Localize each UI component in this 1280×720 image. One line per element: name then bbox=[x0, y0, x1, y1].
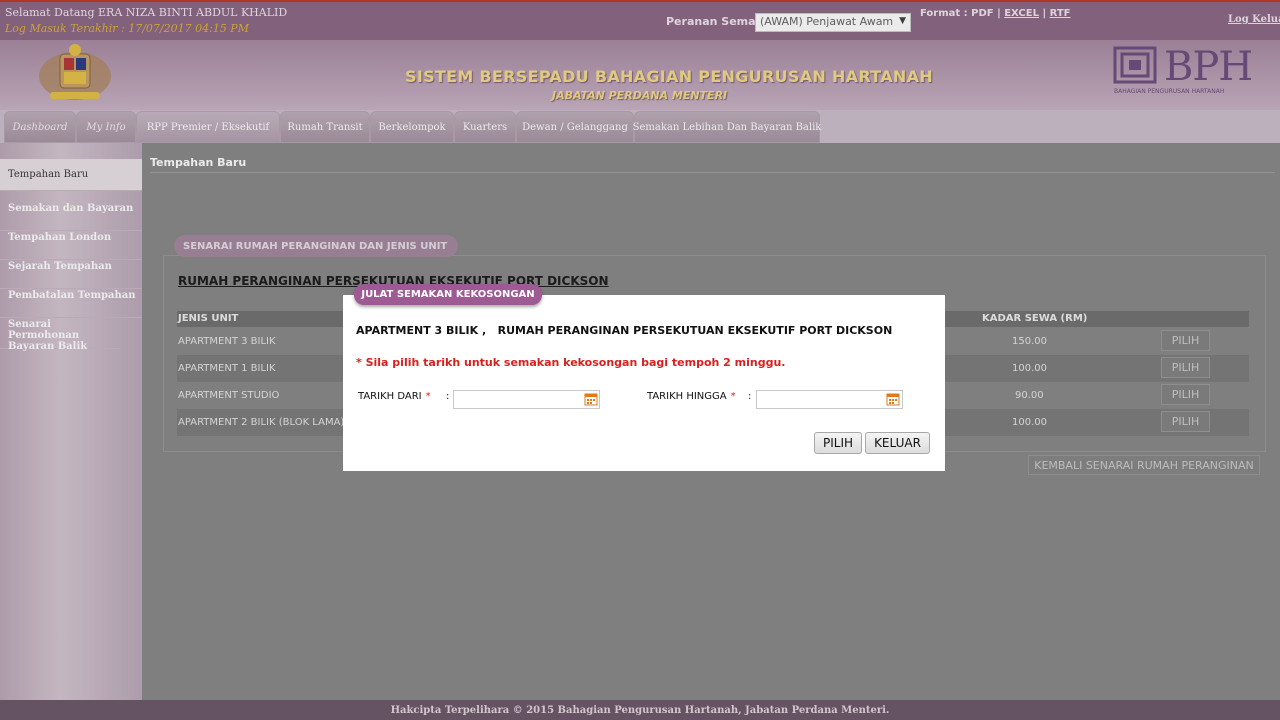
select-unit-button[interactable]: PILIH bbox=[1161, 357, 1210, 378]
sidebar-item-senarai-permohonan[interactable]: Senarai Permohonan Bayaran Balik bbox=[0, 319, 120, 352]
format-label: Format : PDF | bbox=[920, 8, 1001, 19]
sidebar-item-pembatalan-tempahan[interactable]: Pembatalan Tempahan bbox=[0, 290, 142, 318]
back-to-resort-list-button[interactable]: KEMBALI SENARAI RUMAH PERANGINAN bbox=[1028, 455, 1260, 475]
sidebar-item-sejarah-tempahan[interactable]: Sejarah Tempahan bbox=[0, 261, 142, 289]
chevron-down-icon: ▼ bbox=[899, 16, 906, 26]
required-mark: * bbox=[425, 391, 431, 402]
column-header-rate: KADAR SEWA (RM) bbox=[982, 313, 1088, 324]
date-from-colon: : bbox=[446, 391, 450, 402]
system-subtitle: JABATAN PERDANA MENTERI bbox=[552, 89, 728, 102]
dialog-instruction: * Sila pilih tarikh untuk semakan kekoso… bbox=[356, 356, 786, 369]
page-title-divider bbox=[150, 172, 1275, 173]
calendar-icon[interactable] bbox=[584, 392, 598, 406]
dialog-close-button[interactable]: KELUAR bbox=[865, 432, 930, 454]
sidebar-item-tempahan-baru[interactable]: Tempahan Baru bbox=[0, 159, 142, 191]
government-crest-icon bbox=[39, 44, 111, 100]
date-from-label-text: TARIKH DARI bbox=[358, 391, 422, 402]
tab-rumah-transit[interactable]: Rumah Transit bbox=[280, 111, 370, 143]
tab-berkelompok[interactable]: Berkelompok bbox=[370, 111, 454, 143]
date-to-input[interactable] bbox=[756, 390, 903, 409]
rate-cell: 100.00 bbox=[1012, 363, 1047, 374]
rate-cell: 100.00 bbox=[1012, 417, 1047, 428]
select-unit-button[interactable]: PILIH bbox=[1161, 384, 1210, 405]
role-select-value: (AWAM) Penjawat Awam bbox=[760, 15, 894, 28]
header: Selamat Datang ERA NIZA BINTI ABDUL KHAL… bbox=[0, 2, 1280, 110]
main-tab-bar: Dashboard My Info RPP Premier / Eksekuti… bbox=[0, 110, 1280, 143]
format-separator: | bbox=[1042, 8, 1047, 19]
unit-cell: APARTMENT 1 BILIK bbox=[178, 363, 276, 374]
logout-link[interactable]: Log Keluar bbox=[1228, 14, 1280, 25]
date-to-colon: : bbox=[748, 391, 752, 402]
welcome-text: Selamat Datang ERA NIZA BINTI ABDUL KHAL… bbox=[5, 6, 288, 19]
role-select[interactable]: (AWAM) Penjawat Awam ▼ bbox=[755, 13, 911, 32]
bph-logo-subtitle: BAHAGIAN PENGURUSAN HARTANAH bbox=[1114, 88, 1225, 95]
date-to-label-text: TARIKH HINGGA bbox=[647, 391, 727, 402]
date-from-input[interactable] bbox=[453, 390, 600, 409]
sidebar-item-semakan-dan-bayaran[interactable]: Semakan dan Bayaran bbox=[0, 203, 142, 231]
export-rtf-link[interactable]: RTF bbox=[1050, 8, 1071, 19]
tab-rpp-premier[interactable]: RPP Premier / Eksekutif bbox=[136, 111, 280, 143]
tab-semakan-lebihan[interactable]: Semakan Lebihan Dan Bayaran Balik bbox=[633, 111, 821, 143]
unit-cell: APARTMENT STUDIO bbox=[178, 390, 280, 401]
sidebar: Tempahan Baru Semakan dan Bayaran Tempah… bbox=[0, 143, 142, 700]
bph-logo-text: BPH bbox=[1164, 44, 1253, 90]
select-unit-button[interactable]: PILIH bbox=[1161, 330, 1210, 351]
tab-dewan-gelanggang[interactable]: Dewan / Gelanggang bbox=[516, 111, 634, 143]
date-to-label: TARIKH HINGGA * bbox=[647, 391, 736, 402]
unit-cell: APARTMENT 3 BILIK bbox=[178, 336, 276, 347]
dialog-unit-title: APARTMENT 3 BILIK , RUMAH PERANGINAN PER… bbox=[356, 324, 893, 337]
dialog-select-button[interactable]: PILIH bbox=[814, 432, 862, 454]
tab-kuarters[interactable]: Kuarters bbox=[454, 111, 516, 143]
column-header-unit: JENIS UNIT bbox=[178, 313, 239, 324]
export-excel-link[interactable]: EXCEL bbox=[1004, 8, 1039, 19]
required-mark: * bbox=[730, 391, 736, 402]
export-format-links: Format : PDF | EXCEL | RTF bbox=[920, 8, 1070, 19]
tab-dashboard[interactable]: Dashboard bbox=[4, 111, 76, 143]
sidebar-item-tempahan-london[interactable]: Tempahan London bbox=[0, 232, 142, 260]
rate-cell: 90.00 bbox=[1015, 390, 1044, 401]
last-login-text: Log Masuk Terakhir : 17/07/2017 04:15 PM bbox=[5, 22, 249, 35]
footer: Hakcipta Terpelihara © 2015 Bahagian Pen… bbox=[0, 700, 1280, 720]
tab-my-info[interactable]: My Info bbox=[76, 111, 136, 143]
system-title: SISTEM BERSEPADU BAHAGIAN PENGURUSAN HAR… bbox=[405, 67, 933, 86]
page-title: Tempahan Baru bbox=[150, 156, 247, 169]
panel-tag: SENARAI RUMAH PERANGINAN DAN JENIS UNIT bbox=[174, 235, 458, 257]
dialog-title-tag: JULAT SEMAKAN KEKOSONGAN bbox=[354, 284, 542, 305]
calendar-icon[interactable] bbox=[886, 392, 900, 406]
unit-cell: APARTMENT 2 BILIK (BLOK LAMA) bbox=[178, 417, 345, 428]
select-unit-button[interactable]: PILIH bbox=[1161, 411, 1210, 432]
date-from-label: TARIKH DARI * bbox=[358, 391, 431, 402]
rate-cell: 150.00 bbox=[1012, 336, 1047, 347]
